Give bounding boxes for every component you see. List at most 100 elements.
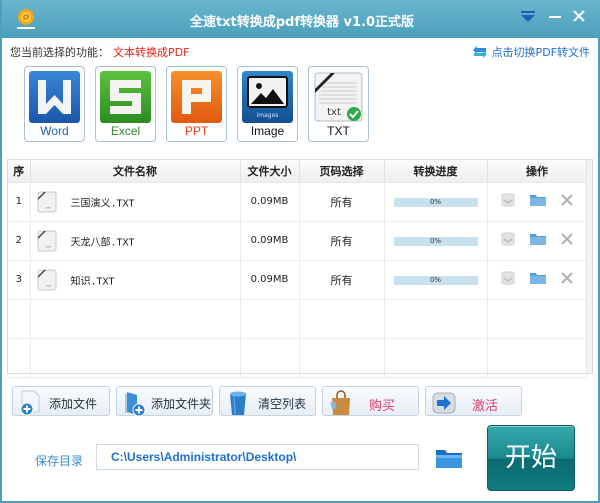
tile-image[interactable]: images Image — [237, 66, 298, 142]
txt-file-icon — [37, 269, 56, 290]
progress-text: 0% — [429, 198, 442, 206]
ppt-icon — [171, 71, 222, 123]
row-actions — [487, 182, 588, 222]
close-icon — [573, 10, 585, 22]
txt-file-icon — [37, 191, 56, 212]
empty-cell — [30, 299, 241, 339]
save-dir-input[interactable] — [96, 444, 419, 470]
open-pdf-button[interactable] — [500, 231, 516, 250]
empty-cell — [384, 299, 488, 339]
progress-text: 0% — [429, 276, 442, 284]
empty-cell — [240, 299, 300, 339]
action-bar: 添加文件 添加文件夹 清空列表 购买 激活 — [2, 386, 600, 416]
row-pages[interactable]: 所有 — [299, 260, 385, 300]
tile-word-label: Word — [40, 124, 69, 138]
remove-row-button[interactable] — [560, 193, 574, 210]
current-function: 您当前选择的功能： 文本转换成PDF — [10, 44, 189, 60]
table-row[interactable]: 2 天龙八部.TXT 0.09MB 所有 0% — [8, 221, 588, 261]
activate-label: 激活 — [472, 399, 499, 414]
row-filename: 三国演义.TXT — [70, 198, 135, 209]
add-file-button[interactable]: 添加文件 — [12, 386, 110, 416]
switch-mode-link[interactable]: 点击切换PDF转文件 — [472, 44, 590, 60]
empty-cell — [8, 299, 31, 339]
tile-txt[interactable]: txt TXT — [308, 66, 369, 142]
title-bar[interactable]: 全速txt转换成pdf转换器 v1.0正式版 — [2, 0, 600, 38]
close-icon — [561, 272, 573, 284]
open-folder-button[interactable] — [529, 193, 547, 210]
activate-arrow-icon — [432, 392, 456, 414]
open-pdf-button[interactable] — [500, 270, 516, 289]
col-filesize: 文件大小 — [240, 160, 300, 183]
tile-txt-label: TXT — [327, 124, 350, 138]
shopping-bag-icon — [330, 390, 350, 415]
empty-cell — [384, 338, 488, 378]
empty-cell — [8, 338, 31, 378]
close-button[interactable] — [568, 8, 590, 28]
row-pages[interactable]: 所有 — [299, 182, 385, 222]
progress-text: 0% — [429, 237, 442, 245]
close-icon — [561, 233, 573, 245]
empty-row — [8, 338, 588, 378]
row-progress-cell: 0% — [384, 221, 488, 261]
tile-word[interactable]: Word — [24, 66, 85, 142]
folder-icon — [530, 273, 546, 284]
col-pages: 页码选择 — [299, 160, 385, 183]
browse-folder-button[interactable] — [435, 447, 463, 472]
open-output-icon — [501, 232, 515, 246]
tile-excel[interactable]: Excel — [95, 66, 156, 142]
function-value: 文本转换成PDF — [113, 46, 190, 59]
progress-bar: 0% — [393, 198, 478, 207]
row-actions — [487, 221, 588, 261]
row-filesize: 0.09MB — [240, 182, 300, 222]
row-index: 3 — [8, 260, 31, 300]
empty-cell — [30, 338, 241, 378]
remove-row-button[interactable] — [560, 232, 574, 249]
excel-icon — [100, 71, 151, 123]
open-folder-button[interactable] — [529, 271, 547, 288]
row-progress-cell: 0% — [384, 182, 488, 222]
row-filename: 天龙八部.TXT — [70, 237, 135, 248]
progress-bar: 0% — [393, 237, 478, 246]
clear-list-button[interactable]: 清空列表 — [219, 386, 316, 416]
progress-bar: 0% — [393, 276, 478, 285]
row-filesize: 0.09MB — [240, 221, 300, 261]
add-folder-button[interactable]: 添加文件夹 — [116, 386, 213, 416]
word-icon — [29, 71, 80, 123]
minimize-button[interactable] — [544, 8, 566, 28]
menu-dropdown-icon — [521, 11, 535, 22]
row-filename-cell: 天龙八部.TXT — [30, 221, 241, 261]
table-scrollbar[interactable] — [586, 160, 592, 373]
switch-link-label: 点击切换PDF转文件 — [491, 46, 590, 59]
table-row[interactable]: 1 三国演义.TXT 0.09MB 所有 0% — [8, 182, 588, 222]
add-file-icon — [20, 390, 40, 416]
remove-row-button[interactable] — [560, 271, 574, 288]
svg-text:images: images — [257, 112, 279, 119]
empty-cell — [487, 299, 588, 339]
svg-text:txt: txt — [327, 107, 341, 118]
row-pages[interactable]: 所有 — [299, 221, 385, 261]
open-output-icon — [501, 271, 515, 285]
close-icon — [561, 194, 573, 206]
buy-button[interactable]: 购买 — [322, 386, 419, 416]
open-folder-button[interactable] — [529, 232, 547, 249]
tile-image-label: Image — [250, 124, 285, 138]
empty-row — [8, 299, 588, 339]
table-row[interactable]: 3 知识.TXT 0.09MB 所有 0% — [8, 260, 588, 300]
folder-icon — [530, 195, 546, 206]
folder-icon — [436, 450, 462, 468]
clear-list-label: 清空列表 — [258, 397, 307, 411]
row-index: 2 — [8, 221, 31, 261]
tile-ppt[interactable]: PPT — [166, 66, 227, 142]
activate-button[interactable]: 激活 — [425, 386, 522, 416]
menu-button[interactable] — [517, 8, 539, 28]
row-index: 1 — [8, 182, 31, 222]
file-table: 序 文件名称 文件大小 页码选择 转换进度 操作 1 三国演义.TXT 0.09MB… — [7, 159, 593, 378]
minimize-icon — [549, 16, 561, 18]
switch-arrows-icon — [472, 46, 487, 58]
row-filename-cell: 三国演义.TXT — [30, 182, 241, 222]
start-button[interactable]: 开始 — [487, 425, 575, 491]
col-index: 序 — [8, 160, 31, 183]
add-folder-icon — [125, 392, 146, 416]
open-pdf-button[interactable] — [500, 192, 516, 211]
tile-ppt-label: PPT — [184, 124, 209, 138]
